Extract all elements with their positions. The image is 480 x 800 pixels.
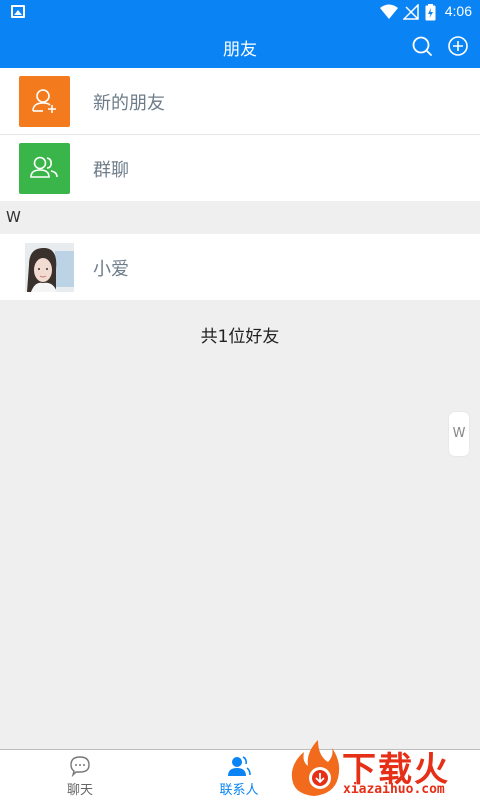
group-icon [19,143,70,194]
app-header: 朋友 [0,24,480,68]
watermark-url: xiazaihuo.com [343,782,445,797]
battery-charging-icon [425,4,436,21]
alphabet-index-w[interactable]: W [449,412,469,456]
status-bar: 4:06 [0,0,480,24]
contact-name: 小爱 [93,259,129,280]
flame-logo-icon [291,740,340,796]
friend-count: 共1位好友 [200,327,280,347]
tab-contacts-label: 联系人 [219,783,259,798]
search-icon[interactable] [411,35,433,57]
contacts-icon [228,756,251,776]
chat-bubble-icon [70,756,90,778]
watermark-logo: 下载火 xiazaihuo.com [284,736,480,800]
add-friend-icon [19,76,70,127]
avatar [25,243,74,292]
plus-circle-icon[interactable] [447,35,469,57]
status-time: 4:06 [444,3,472,19]
image-notification-icon [11,5,25,18]
section-header: W [6,208,21,226]
wifi-icon [380,4,398,19]
group-chat-row[interactable]: 群聊 [0,135,480,201]
tab-contacts[interactable]: 联系人 [199,754,279,798]
new-friends-label: 新的朋友 [93,93,165,114]
new-friends-row[interactable]: 新的朋友 [0,68,480,134]
no-signal-icon [403,4,419,20]
contact-row[interactable]: 小爱 [0,234,480,300]
group-chat-label: 群聊 [93,160,129,181]
tab-chat-label: 聊天 [66,783,93,798]
page-title: 朋友 [223,40,257,60]
tab-chat[interactable]: 聊天 [40,754,120,798]
